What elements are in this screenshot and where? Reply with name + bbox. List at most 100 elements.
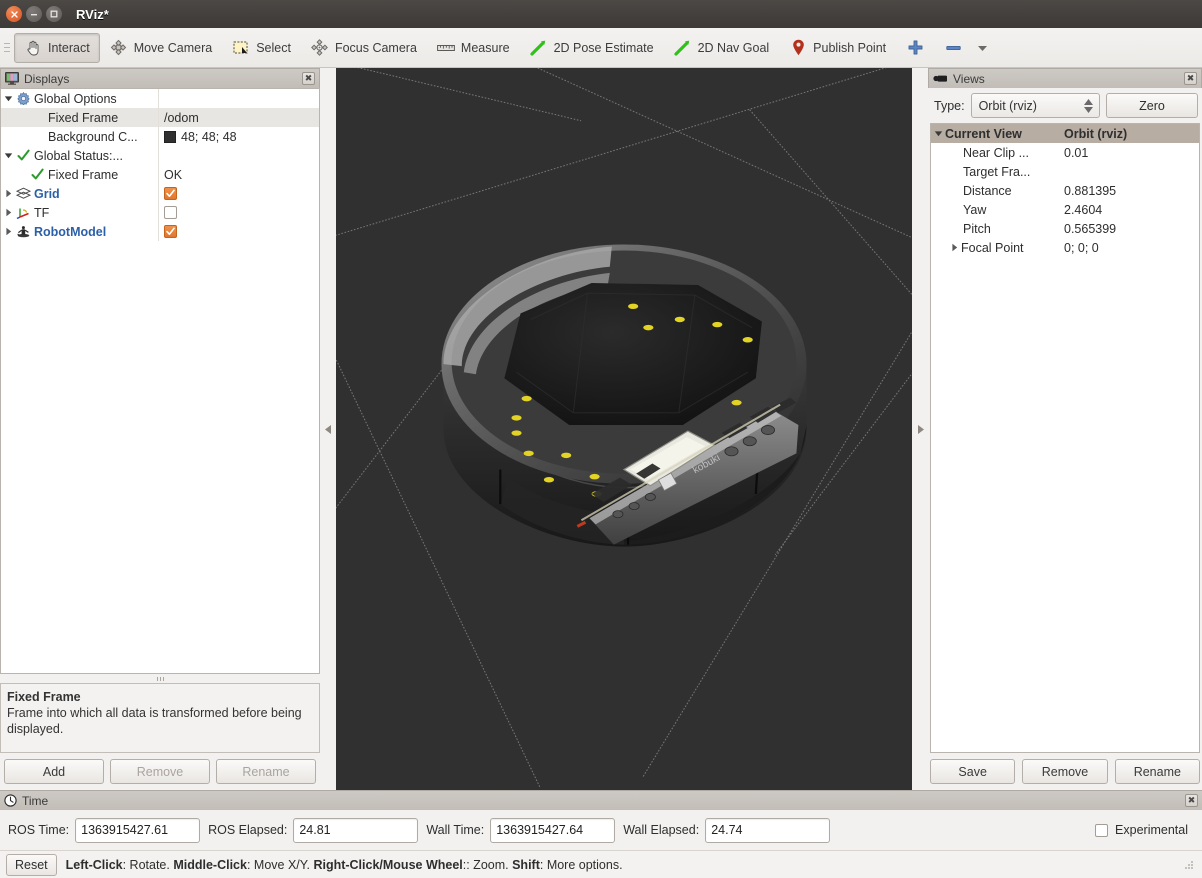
right-splitter-handle[interactable]: [912, 68, 928, 790]
tree-row-name-cell: Grid: [1, 184, 159, 203]
wall-time-input[interactable]: 1363915427.64: [490, 817, 616, 843]
tf-axes-icon: [15, 206, 32, 219]
display-tree-row[interactable]: Fixed Frame/odom: [1, 108, 319, 127]
views-type-label: Type:: [934, 98, 965, 113]
ros-elapsed-label: ROS Elapsed:: [208, 823, 288, 837]
views-tree-row[interactable]: Distance 0.881395: [931, 181, 1199, 200]
reset-button[interactable]: Reset: [6, 853, 57, 876]
close-icon[interactable]: ✖: [302, 72, 315, 85]
display-tree-row[interactable]: Global Status:...: [1, 146, 319, 165]
displays-tree[interactable]: Global Options Fixed Frame/odom Background…: [0, 88, 320, 674]
wall-elapsed-field: Wall Elapsed: 24.74: [623, 817, 831, 843]
tree-row-value-cell[interactable]: [159, 225, 319, 238]
view-type-value: Orbit (rviz): [978, 98, 1037, 113]
tree-row-name-cell: RobotModel: [1, 222, 159, 241]
views-tree[interactable]: Current View Orbit (rviz) Near Clip ... 0.0…: [930, 123, 1200, 753]
view-type-select[interactable]: Orbit (rviz): [970, 93, 1100, 118]
views-row-value[interactable]: 0.881395: [1061, 184, 1199, 198]
save-view-button[interactable]: Save: [930, 759, 1016, 784]
tool-2d-nav-goal[interactable]: 2D Nav Goal: [664, 33, 780, 63]
tree-row-label: TF: [34, 205, 50, 220]
color-swatch[interactable]: [164, 130, 176, 143]
views-tree-row[interactable]: Yaw 2.4604: [931, 200, 1199, 219]
clock-icon: [4, 794, 17, 807]
display-tree-row[interactable]: TF: [1, 203, 319, 222]
viewport-wrapper: kobuki: [320, 68, 928, 790]
chevron-right-icon[interactable]: [1, 208, 15, 217]
display-tree-row[interactable]: RobotModel: [1, 222, 319, 241]
tree-row-value-cell[interactable]: 48; 48; 48: [159, 130, 319, 144]
help-title: Fixed Frame: [7, 690, 81, 704]
chevron-down-icon[interactable]: [1, 151, 15, 160]
wall-time-label: Wall Time:: [426, 823, 485, 837]
views-row-label: Target Fra...: [963, 164, 1031, 179]
views-panel-titlebar: Views ✖: [928, 68, 1202, 88]
displays-splitter[interactable]: [0, 674, 320, 683]
chevron-right-icon[interactable]: [1, 227, 15, 236]
tree-row-value-cell[interactable]: [159, 187, 319, 200]
display-enabled-checkbox[interactable]: [164, 187, 177, 200]
main-area: Displays ✖ Global Options Fixed Frame/odo…: [0, 68, 1202, 790]
tree-row-value-cell[interactable]: OK: [159, 168, 319, 182]
toolbar-overflow-button[interactable]: [972, 33, 1001, 63]
views-tree-row[interactable]: Pitch 0.565399: [931, 219, 1199, 238]
render-viewport-3d[interactable]: kobuki: [336, 68, 912, 790]
display-enabled-checkbox[interactable]: [164, 206, 177, 219]
wall-elapsed-input[interactable]: 24.74: [705, 817, 831, 843]
close-icon[interactable]: ✖: [1184, 72, 1197, 85]
close-icon[interactable]: ✖: [1185, 794, 1198, 807]
chevron-right-icon[interactable]: [1, 189, 15, 198]
chevron-right-icon[interactable]: [947, 243, 961, 252]
spinner-arrows-icon[interactable]: [1084, 98, 1095, 113]
tool-add[interactable]: [896, 33, 934, 63]
views-tree-row[interactable]: Near Clip ... 0.01: [931, 143, 1199, 162]
remove-button[interactable]: Remove: [110, 759, 210, 784]
views-tree-row[interactable]: Focal Point 0; 0; 0: [931, 238, 1199, 257]
display-tree-row[interactable]: Grid: [1, 184, 319, 203]
tool-2d-pose-estimate[interactable]: 2D Pose Estimate: [520, 33, 664, 63]
plus-icon: [906, 39, 924, 57]
remove-view-button[interactable]: Remove: [1022, 759, 1108, 784]
minimize-icon[interactable]: [26, 6, 42, 22]
chevron-down-icon[interactable]: [931, 129, 945, 138]
views-row-value[interactable]: 2.4604: [1061, 203, 1199, 217]
left-splitter-handle[interactable]: [320, 68, 336, 790]
views-row-value[interactable]: 0.565399: [1061, 222, 1199, 236]
tool-remove[interactable]: [934, 33, 972, 63]
tool-select[interactable]: Select: [222, 33, 301, 63]
tool-focus-camera[interactable]: Focus Camera: [301, 33, 427, 63]
resize-grip[interactable]: [1182, 858, 1196, 872]
display-tree-row[interactable]: Fixed Frame OK: [1, 165, 319, 184]
views-tree-row[interactable]: Target Fra...: [931, 162, 1199, 181]
tool-interact[interactable]: Interact: [14, 32, 100, 63]
experimental-toggle[interactable]: Experimental: [1095, 823, 1194, 837]
tree-row-value-cell[interactable]: [159, 206, 319, 219]
hint-key: Shift: [512, 857, 540, 872]
rename-view-button[interactable]: Rename: [1114, 759, 1200, 784]
hint-text-part: :: Zoom.: [462, 857, 513, 872]
ros-elapsed-input[interactable]: 24.81: [293, 817, 419, 843]
hint-text-part: : More options.: [539, 857, 623, 872]
tool-measure[interactable]: Measure: [427, 33, 520, 63]
tree-row-value-cell[interactable]: /odom: [159, 111, 319, 125]
maximize-icon[interactable]: [46, 6, 62, 22]
add-button[interactable]: Add: [4, 759, 104, 784]
experimental-label: Experimental: [1115, 823, 1188, 837]
tree-row-label: RobotModel: [34, 224, 107, 239]
display-tree-row[interactable]: Background C... 48; 48; 48: [1, 127, 319, 146]
experimental-checkbox[interactable]: [1095, 823, 1109, 837]
rename-button[interactable]: Rename: [216, 759, 316, 784]
zero-button[interactable]: Zero: [1106, 93, 1198, 118]
views-row-value[interactable]: 0.01: [1061, 146, 1199, 160]
tool-publish-point[interactable]: Publish Point: [779, 33, 896, 63]
ros-time-label: ROS Time:: [8, 823, 70, 837]
tool-move-camera[interactable]: Move Camera: [100, 33, 223, 63]
display-enabled-checkbox[interactable]: [164, 225, 177, 238]
display-tree-row[interactable]: Global Options: [1, 89, 319, 108]
toolbar-grip[interactable]: [2, 36, 12, 60]
time-panel-title: Time: [22, 793, 49, 808]
chevron-down-icon[interactable]: [1, 94, 15, 103]
ros-time-input[interactable]: 1363915427.61: [75, 817, 201, 843]
views-row-value[interactable]: 0; 0; 0: [1061, 241, 1199, 255]
close-icon[interactable]: [6, 6, 22, 22]
